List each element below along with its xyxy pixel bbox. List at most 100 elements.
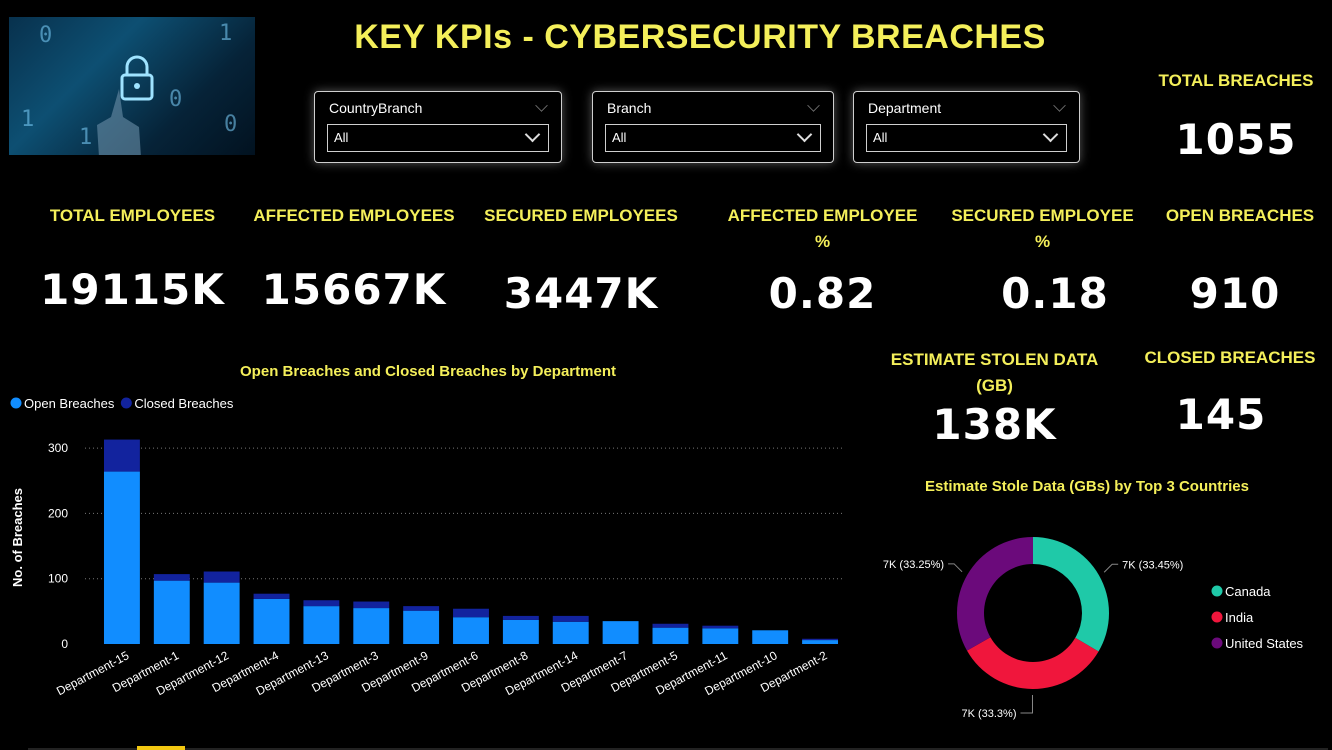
binary-digit: 1: [21, 107, 35, 132]
branch-slicer: Branch All: [592, 91, 834, 163]
bar-segment: [702, 628, 739, 644]
legend-label: Open Breaches: [24, 396, 115, 411]
affected-employee-pct-label: AFFECTED EMPLOYEE %: [715, 203, 930, 255]
affected-employee-pct-value: 0.82: [768, 269, 877, 318]
binary-digit: 1: [219, 21, 233, 46]
leader-line: [948, 563, 963, 573]
hand-illustration: [97, 89, 141, 155]
secured-employees-label: SECURED EMPLOYEES: [484, 206, 678, 225]
y-tick-label: 300: [48, 441, 68, 455]
label-line: (GB): [976, 376, 1013, 395]
legend-marker: [1211, 611, 1223, 623]
slicer-label: CountryBranch: [329, 100, 423, 116]
bar-segment: [752, 630, 789, 644]
bar-segment: [552, 615, 589, 622]
bar-segment: [802, 640, 839, 644]
bar-segment: [303, 606, 340, 644]
country-branch-dropdown[interactable]: All: [327, 124, 549, 152]
bar-segment: [602, 621, 639, 644]
bar-segment: [652, 623, 689, 628]
affected-employees-label: AFFECTED EMPLOYEES: [253, 206, 455, 225]
leader-line: [1103, 563, 1119, 573]
breaches-by-department-chart: Open Breaches Closed Breaches 0 100 200 300 No…: [10, 396, 845, 698]
collapse-chevron-icon[interactable]: [807, 99, 820, 112]
y-axis-title: No. of Breaches: [10, 488, 25, 587]
collapse-chevron-icon[interactable]: [1053, 99, 1066, 112]
binary-digit: 0: [169, 87, 183, 112]
active-page-tab[interactable]: [137, 746, 185, 750]
page-title: KEY KPIs - CYBERSECURITY BREACHES: [354, 18, 1046, 56]
stolen-data-by-country-chart: 7K (33.45%) 7K (33.3%) 7K (33.25%) Canada In…: [883, 537, 1304, 720]
bar-segment: [153, 580, 190, 644]
secured-employee-pct-label: SECURED EMPLOYEE %: [940, 203, 1145, 255]
chevron-down-icon: [524, 126, 541, 143]
bar-chart-title: Open Breaches and Closed Breaches by Dep…: [240, 363, 616, 380]
leader-line: [1020, 694, 1033, 714]
department-slicer: Department All: [853, 91, 1080, 163]
label-line: %: [1034, 232, 1051, 251]
closed-breaches-value: 145: [1175, 390, 1267, 439]
bar-segment: [353, 601, 390, 609]
data-label: 7K (33.45%): [1122, 559, 1183, 571]
donut-chart-title: Estimate Stole Data (GBs) by Top 3 Count…: [925, 478, 1249, 495]
bar-segment: [103, 439, 140, 472]
bar-segment: [502, 619, 539, 644]
dropdown-value: All: [873, 130, 888, 145]
binary-digit: 0: [39, 23, 53, 48]
bar-segment: [502, 615, 539, 620]
legend-marker: [1211, 637, 1223, 649]
data-label: 7K (33.25%): [883, 559, 944, 571]
bar-segment: [103, 471, 140, 644]
y-tick-label: 0: [61, 637, 68, 651]
bar-segment: [203, 582, 240, 644]
legend-label: United States: [1225, 636, 1304, 651]
affected-employees-value: 15667K: [261, 265, 447, 314]
donut-slice: [957, 537, 1033, 651]
closed-breaches-label: CLOSED BREACHES: [1144, 348, 1316, 367]
bar-segment: [802, 638, 839, 641]
secured-employee-pct-value: 0.18: [1001, 269, 1109, 318]
dropdown-value: All: [612, 130, 627, 145]
chevron-down-icon: [796, 126, 813, 143]
label-line: %: [814, 232, 831, 251]
collapse-chevron-icon[interactable]: [535, 99, 548, 112]
slicer-label: Department: [868, 100, 942, 116]
legend-marker: [1211, 585, 1223, 597]
donut-slice: [1033, 537, 1109, 652]
stolen-data-value: 138K: [932, 400, 1057, 449]
legend-label: Canada: [1225, 584, 1271, 599]
dropdown-value: All: [334, 130, 349, 145]
department-dropdown[interactable]: All: [866, 124, 1067, 152]
branch-dropdown[interactable]: All: [605, 124, 821, 152]
bar-segment: [203, 571, 240, 583]
open-breaches-label: OPEN BREACHES: [1165, 206, 1315, 225]
legend-label: Closed Breaches: [134, 396, 233, 411]
cybersecurity-hero-image: 0 1 0 1 0 1: [9, 17, 255, 155]
y-tick-label: 200: [48, 506, 68, 520]
bar-segment: [453, 608, 489, 618]
stolen-data-label: ESTIMATE STOLEN DATA (GB): [872, 347, 1117, 399]
bar-segment: [303, 600, 340, 607]
data-label: 7K (33.3%): [961, 708, 1016, 720]
secured-employees-value: 3447K: [503, 269, 659, 318]
label-line: AFFECTED EMPLOYEE: [727, 206, 918, 225]
bar-segment: [353, 608, 390, 644]
total-breaches-label: TOTAL BREACHES: [1158, 71, 1314, 90]
bar-segment: [652, 627, 689, 644]
bar-segment: [702, 625, 739, 629]
total-employees-value: 19115K: [40, 265, 225, 314]
country-branch-slicer: CountryBranch All: [314, 91, 562, 163]
bar-segment: [552, 621, 589, 644]
bar-segment: [253, 598, 290, 644]
legend-label: India: [1225, 610, 1254, 625]
total-breaches-value: 1055: [1175, 115, 1297, 164]
bar-segment: [153, 574, 190, 581]
bar-segment: [453, 617, 489, 644]
binary-digit: 0: [224, 112, 238, 137]
label-line: ESTIMATE STOLEN DATA: [890, 350, 1099, 369]
label-line: SECURED EMPLOYEE: [951, 206, 1134, 225]
bar-segment: [403, 606, 440, 611]
chevron-down-icon: [1042, 126, 1059, 143]
total-employees-label: TOTAL EMPLOYEES: [49, 206, 216, 225]
open-breaches-value: 910: [1189, 269, 1281, 318]
